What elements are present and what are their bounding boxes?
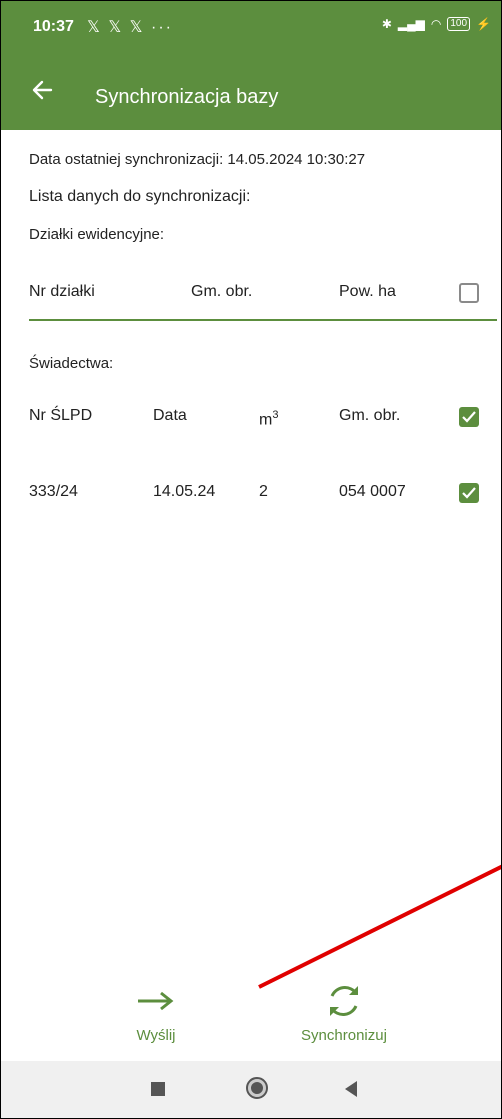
sync-icon — [330, 986, 358, 1016]
system-nav-bar — [1, 1061, 501, 1118]
column-header: Nr działki — [29, 283, 95, 300]
battery-icon: 100 — [447, 17, 471, 31]
status-right-icons: ✱ ▂▄▆ ◠ 100 ⚡ — [382, 17, 491, 31]
parcels-section-label: Działki ewidencyjne: — [29, 226, 165, 243]
cert-gm-obr: 054 0007 — [339, 483, 406, 500]
annotation-arrow — [258, 864, 501, 989]
home-icon[interactable] — [246, 1077, 268, 1099]
column-header: Pow. ha — [339, 283, 396, 300]
parcels-table-header: Nr działki Gm. obr. Pow. ha — [29, 283, 497, 313]
certificates-table-header: Nr ŚLPD Data m3 Gm. obr. — [29, 407, 497, 437]
charging-icon: ⚡ — [476, 17, 491, 31]
check-icon — [462, 487, 476, 499]
arrow-right-icon — [138, 991, 174, 1011]
wifi-icon: ◠ — [430, 17, 442, 31]
column-header: Nr ŚLPD — [29, 407, 93, 424]
page-title: Synchronizacja bazy — [95, 86, 279, 108]
back-arrow-icon[interactable] — [31, 79, 53, 101]
last-sync-label: Data ostatniej synchronizacji: 14.05.202… — [29, 151, 366, 168]
certificates-select-all-checkbox[interactable] — [459, 407, 479, 427]
table-row[interactable]: 333/24 14.05.24 2 054 0007 — [29, 483, 497, 513]
column-header: Gm. obr. — [339, 407, 401, 424]
signal-icon: ▂▄▆ — [397, 17, 425, 31]
recents-icon[interactable] — [151, 1082, 165, 1096]
check-icon — [462, 411, 476, 423]
status-bar: 10:37 𝕏 𝕏 𝕏 ··· ✱ ▂▄▆ ◠ 100 ⚡ — [1, 1, 501, 53]
send-label: Wyślij — [136, 1027, 176, 1044]
cert-number: 333/24 — [29, 483, 78, 500]
app-bar: Synchronizacja bazy — [1, 53, 501, 130]
parcels-select-all-checkbox[interactable] — [459, 283, 479, 303]
send-button[interactable]: Wyślij — [101, 981, 211, 1044]
sync-label: Synchronizuj — [301, 1027, 387, 1044]
list-title: Lista danych do synchronizacji: — [29, 188, 251, 205]
column-header: Gm. obr. — [191, 283, 253, 300]
screen: 10:37 𝕏 𝕏 𝕏 ··· ✱ ▂▄▆ ◠ 100 ⚡ Synchroniz… — [0, 0, 502, 1119]
notification-icons: 𝕏 𝕏 𝕏 ··· — [87, 19, 173, 36]
parcels-header-divider — [29, 319, 497, 321]
column-header: Data — [153, 407, 187, 424]
m3-base: m — [259, 411, 273, 429]
bluetooth-icon: ✱ — [381, 17, 392, 31]
cert-date: 14.05.24 — [153, 483, 216, 500]
row-checkbox[interactable] — [459, 483, 479, 503]
m3-superscript: 3 — [272, 409, 279, 421]
sync-button[interactable]: Synchronizuj — [279, 981, 409, 1044]
status-time: 10:37 — [33, 18, 74, 35]
column-header-m3: m3 — [259, 409, 278, 429]
back-nav-icon[interactable] — [345, 1081, 357, 1097]
cert-volume: 2 — [259, 483, 268, 500]
certificates-section-label: Świadectwa: — [29, 355, 114, 372]
bottom-action-bar: Wyślij Synchronizuj — [1, 981, 501, 1061]
